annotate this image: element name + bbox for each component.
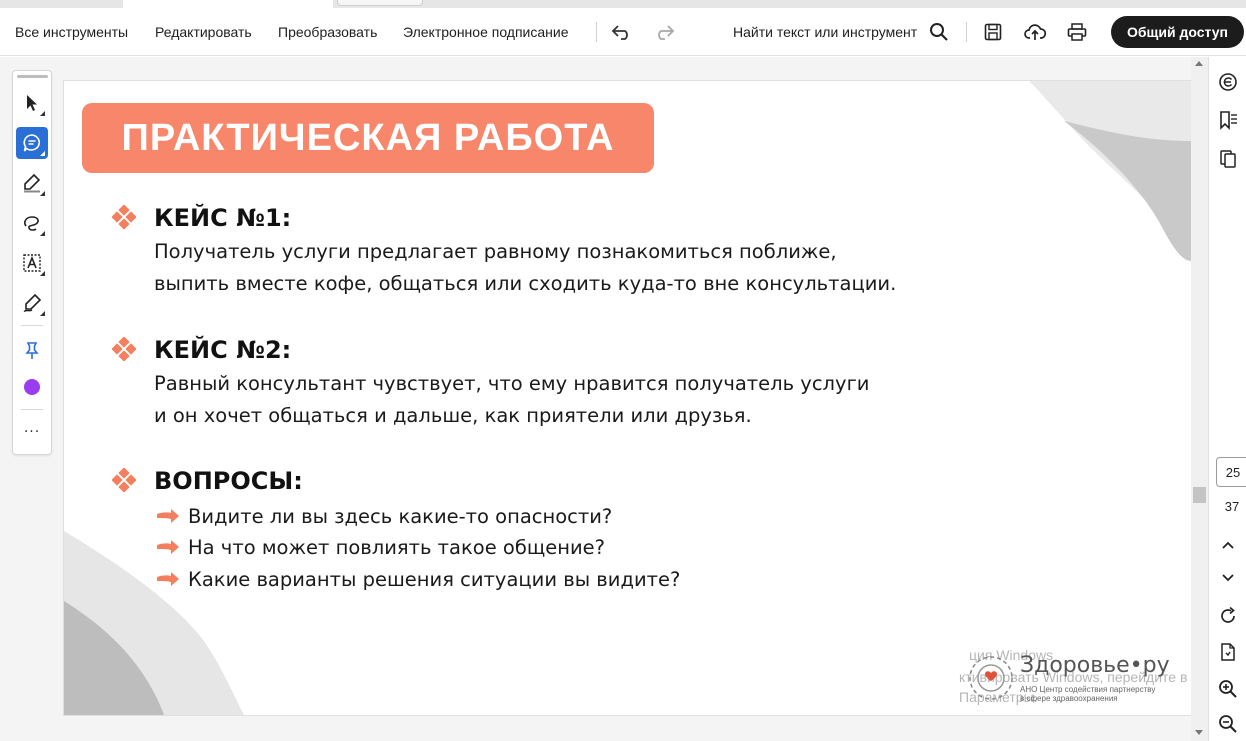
- pdf-page: ПРАКТИЧЕСКАЯ РАБОТА КЕЙС №1: Получатель …: [64, 81, 1191, 715]
- search-icon[interactable]: [927, 20, 951, 44]
- sign-pen-icon[interactable]: [16, 287, 48, 319]
- browser-tab-strip: [0, 0, 1246, 8]
- question-item: Какие варианты решения ситуации вы видит…: [156, 566, 680, 592]
- zoom-out-icon[interactable]: [1216, 712, 1240, 736]
- active-tab-edge: [123, 0, 333, 8]
- total-pages-label: 37: [1224, 499, 1240, 514]
- tab-edge: [337, 0, 423, 6]
- chevron-up-icon[interactable]: [1216, 533, 1240, 557]
- current-page-input[interactable]: 25: [1216, 457, 1246, 487]
- case2-heading: КЕЙС №2:: [154, 336, 292, 364]
- text-box-icon[interactable]: [16, 247, 48, 279]
- page-export-icon[interactable]: [1216, 640, 1240, 664]
- select-cursor-icon[interactable]: [16, 87, 48, 119]
- case2-line1: Равный консультант чувствует, что ему нр…: [154, 372, 870, 395]
- scroll-up-arrow-icon[interactable]: [1195, 61, 1203, 66]
- logo-subtitle-line1: АНО Центр содействия партнерству: [1020, 685, 1156, 694]
- logo-title: Здоровье•ру: [1020, 653, 1170, 678]
- logo-subtitle-line2: в сфере здравоохранения: [1020, 694, 1118, 703]
- case1-line2: выпить вместе кофе, общаться или сходить…: [154, 272, 897, 295]
- toolbar-divider: [966, 22, 967, 42]
- quick-tools-panel: ···: [12, 70, 52, 455]
- save-icon[interactable]: [981, 20, 1005, 44]
- logo-emblem-icon: [969, 656, 1013, 700]
- arrow-bullet-icon: [157, 572, 179, 586]
- share-button[interactable]: Общий доступ: [1111, 16, 1244, 48]
- panel-drag-handle[interactable]: [17, 75, 48, 78]
- zdorovie-logo: Здоровье•ру АНО Центр содействия партнер…: [964, 649, 1191, 709]
- arrow-bullet-icon: [157, 540, 179, 554]
- print-icon[interactable]: [1065, 20, 1089, 44]
- menu-e-sign[interactable]: Электронное подписание: [403, 24, 569, 40]
- color-picker[interactable]: [24, 379, 40, 395]
- zoom-in-icon[interactable]: [1216, 677, 1240, 701]
- copy-pages-icon[interactable]: [1216, 147, 1240, 171]
- menu-edit[interactable]: Редактировать: [155, 24, 252, 40]
- question-item: Видите ли вы здесь какие-то опасности?: [156, 503, 612, 529]
- panel-divider: [21, 409, 43, 410]
- bookmark-list-icon[interactable]: [1216, 108, 1240, 132]
- toolbar-divider: [596, 22, 597, 42]
- slide-background-decor: [64, 81, 1191, 715]
- undo-icon[interactable]: [610, 20, 634, 44]
- arrow-bullet-icon: [157, 509, 179, 523]
- case1-line1: Получатель услуги предлагает равному поз…: [154, 240, 837, 263]
- upload-icon[interactable]: [1023, 20, 1047, 44]
- more-tools-icon[interactable]: ···: [13, 424, 51, 440]
- question-text: Видите ли вы здесь какие-то опасности?: [188, 504, 613, 528]
- question-text: Какие варианты решения ситуации вы видит…: [188, 567, 681, 591]
- diamond-bullet-icon: [112, 468, 136, 492]
- vertical-scrollbar[interactable]: [1191, 57, 1208, 741]
- refresh-icon[interactable]: [1216, 604, 1240, 628]
- panel-divider: [21, 325, 43, 326]
- diamond-bullet-icon: [112, 205, 136, 229]
- pin-icon[interactable]: [16, 335, 48, 367]
- chevron-down-icon[interactable]: [1216, 566, 1240, 590]
- case1-heading: КЕЙС №1:: [154, 204, 292, 232]
- ai-assistant-icon[interactable]: [1216, 70, 1240, 94]
- search-tool-label[interactable]: Найти текст или инструмент: [733, 24, 917, 40]
- scrollbar-thumb[interactable]: [1193, 487, 1206, 503]
- draw-lasso-icon[interactable]: [16, 207, 48, 239]
- top-toolbar: Все инструменты Редактировать Преобразов…: [0, 8, 1246, 56]
- menu-convert[interactable]: Преобразовать: [278, 24, 377, 40]
- app-window: Все инструменты Редактировать Преобразов…: [0, 0, 1246, 741]
- diamond-bullet-icon: [112, 337, 136, 361]
- right-side-rail: 25 37: [1208, 57, 1246, 741]
- case2-line2: и он хочет общаться и дальше, как прияте…: [154, 404, 752, 427]
- highlight-icon[interactable]: [16, 167, 48, 199]
- scroll-down-arrow-icon[interactable]: [1195, 730, 1203, 735]
- slide-title-banner: ПРАКТИЧЕСКАЯ РАБОТА: [82, 103, 654, 173]
- menu-all-tools[interactable]: Все инструменты: [15, 24, 128, 40]
- question-item: На что может повлиять такое общение?: [156, 534, 605, 560]
- redo-icon[interactable]: [652, 20, 676, 44]
- comment-icon[interactable]: [16, 127, 48, 159]
- questions-heading: ВОПРОСЫ:: [154, 467, 303, 495]
- question-text: На что может повлиять такое общение?: [188, 535, 605, 559]
